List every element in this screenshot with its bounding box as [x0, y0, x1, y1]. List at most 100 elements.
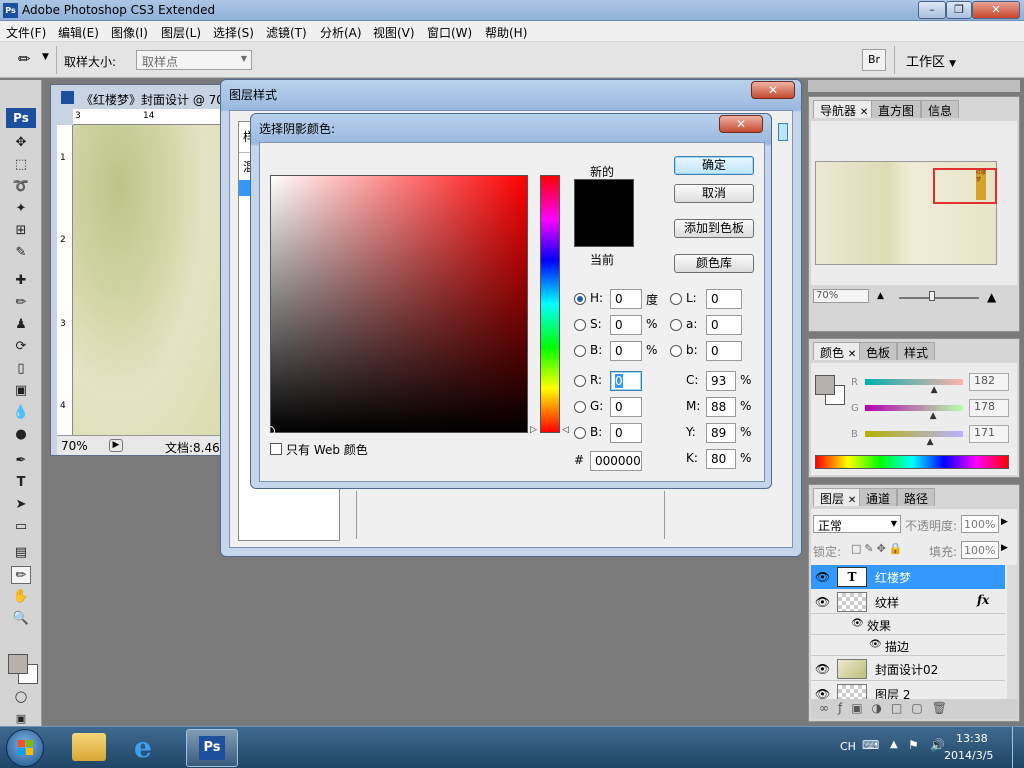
photoshop-taskbar-button[interactable]: Ps [186, 729, 238, 767]
effect-item-row[interactable]: 👁 描边 [811, 636, 1005, 656]
channel-value-b[interactable]: 171 [969, 425, 1009, 443]
clone-stamp-icon[interactable]: ♟ [11, 316, 31, 334]
move-tool-icon[interactable]: ✥ [11, 134, 31, 152]
restore-button[interactable]: ❐ [946, 1, 972, 19]
tab-styles[interactable]: 样式 [897, 342, 936, 360]
quick-mask-icon[interactable]: ◯ [11, 688, 31, 706]
tab-paths[interactable]: 路径 [897, 488, 936, 506]
clock-date[interactable]: 2014/3/5 [944, 749, 993, 762]
sample-size-select[interactable]: 取样点 ▼ [136, 50, 252, 70]
menu-view[interactable]: 视图(V) [373, 24, 415, 41]
hue-radio[interactable] [574, 293, 586, 305]
lock-icons[interactable]: □✎✥🔒 [851, 542, 906, 555]
menu-help[interactable]: 帮助(H) [485, 24, 527, 41]
hand-tool-icon[interactable]: ✋ [11, 588, 31, 606]
lab-b-input[interactable]: 0 [706, 341, 742, 361]
color-field-cursor[interactable] [265, 426, 275, 436]
channel-slider-g[interactable] [865, 405, 963, 411]
clock-time[interactable]: 13:38 [956, 732, 988, 745]
web-colors-checkbox[interactable] [270, 443, 282, 455]
fx-badge[interactable]: fx [977, 593, 989, 607]
menu-image[interactable]: 图像(I) [111, 24, 148, 41]
close-icon[interactable]: ✕ [848, 349, 856, 360]
volume-icon[interactable]: 🔊 [930, 738, 945, 752]
lightness-radio[interactable] [670, 293, 682, 305]
zoom-slider[interactable] [899, 297, 979, 299]
saturation-input[interactable]: 0 [610, 315, 642, 335]
yellow-input[interactable]: 89 [706, 423, 736, 443]
eye-icon[interactable]: 👁 [815, 662, 830, 676]
slice-tool-icon[interactable]: ✎ [11, 244, 31, 262]
close-window-button[interactable]: ✕ [972, 1, 1020, 19]
dock-header[interactable] [808, 80, 1020, 92]
layers-scrollbar[interactable] [1007, 565, 1017, 705]
start-button[interactable] [6, 729, 44, 767]
foreground-color-swatch[interactable] [8, 654, 28, 674]
magenta-input[interactable]: 88 [706, 397, 736, 417]
eraser-tool-icon[interactable]: ▯ [11, 360, 31, 378]
tab-info[interactable]: 信息 [921, 100, 960, 118]
tool-preset-dropdown-icon[interactable]: ▼ [42, 52, 49, 62]
layer-row[interactable]: 👁 封面设计02 [811, 657, 1005, 681]
brush-tool-icon[interactable]: ✏ [11, 294, 31, 312]
zoom-tool-icon[interactable]: 🔍 [11, 610, 31, 628]
fill-arrow-icon[interactable]: ▶ [1001, 543, 1008, 553]
green-radio[interactable] [574, 401, 586, 413]
channel-slider-r[interactable] [865, 379, 963, 385]
layer-row[interactable]: 👁 T 红楼梦 [811, 565, 1005, 589]
status-menu-icon[interactable]: ▶ [109, 439, 123, 452]
ok-button[interactable]: 确定 [674, 156, 754, 175]
hue-input[interactable]: 0 [610, 289, 642, 309]
navigator-thumbnail[interactable]: 红楼梦 [815, 161, 997, 265]
cancel-button[interactable]: 取消 [674, 184, 754, 203]
internet-explorer-icon[interactable]: e [134, 731, 152, 764]
dodge-tool-icon[interactable]: ● [11, 426, 31, 444]
color-libraries-button[interactable]: 颜色库 [674, 254, 754, 273]
pen-tool-icon[interactable]: ✒ [11, 452, 31, 470]
brightness-radio[interactable] [574, 345, 586, 357]
eye-icon[interactable]: 👁 [851, 618, 864, 629]
color-picker-close-button[interactable]: ✕ [719, 115, 763, 133]
gradient-tool-icon[interactable]: ▣ [11, 382, 31, 400]
saturation-radio[interactable] [574, 319, 586, 331]
eye-icon[interactable]: 👁 [815, 595, 830, 609]
file-explorer-icon[interactable] [72, 733, 106, 761]
blue-radio[interactable] [574, 427, 586, 439]
crop-tool-icon[interactable]: ⊞ [11, 222, 31, 240]
red-radio[interactable] [574, 375, 586, 387]
lightness-input[interactable]: 0 [706, 289, 742, 309]
a-radio[interactable] [670, 319, 682, 331]
add-to-swatches-button[interactable]: 添加到色板 [674, 219, 754, 238]
hue-arrow-right-icon[interactable]: ◁ [562, 425, 569, 435]
eye-icon[interactable]: 👁 [869, 639, 882, 650]
hex-input[interactable]: 000000 [590, 451, 642, 471]
layer-style-ok-button[interactable] [778, 123, 788, 141]
a-input[interactable]: 0 [706, 315, 742, 335]
channel-value-r[interactable]: 182 [969, 373, 1009, 391]
show-hidden-icons-icon[interactable]: ▲ [890, 739, 898, 750]
menu-window[interactable]: 窗口(W) [427, 24, 472, 41]
green-input[interactable]: 0 [610, 397, 642, 417]
bridge-icon[interactable]: Br [862, 49, 886, 71]
zoom-slider-thumb[interactable] [929, 291, 935, 301]
hue-arrow-left-icon[interactable]: ▷ [530, 425, 537, 435]
shape-tool-icon[interactable]: ▭ [11, 518, 31, 536]
keyboard-icon[interactable]: ⌨ [862, 738, 879, 752]
eyedropper-icon[interactable]: ✏ [18, 50, 31, 68]
close-icon[interactable]: ✕ [860, 107, 868, 118]
menu-layer[interactable]: 图层(L) [161, 24, 201, 41]
healing-brush-icon[interactable]: ✚ [11, 272, 31, 290]
black-input[interactable]: 80 [706, 449, 736, 469]
menu-select[interactable]: 选择(S) [213, 24, 254, 41]
notes-tool-icon[interactable]: ▤ [11, 544, 31, 562]
show-desktop-button[interactable] [1012, 727, 1024, 768]
cyan-input[interactable]: 93 [706, 371, 736, 391]
channel-value-g[interactable]: 178 [969, 399, 1009, 417]
eyedropper-tool-icon[interactable]: ✏ [11, 566, 31, 584]
tab-layers[interactable]: 图层 ✕ [813, 488, 864, 506]
blue-input[interactable]: 0 [610, 423, 642, 443]
history-brush-icon[interactable]: ⟳ [11, 338, 31, 356]
blur-tool-icon[interactable]: 💧 [11, 404, 31, 422]
channel-thumb-g[interactable]: ▲ [930, 411, 937, 421]
view-proxy-box[interactable] [933, 168, 997, 204]
